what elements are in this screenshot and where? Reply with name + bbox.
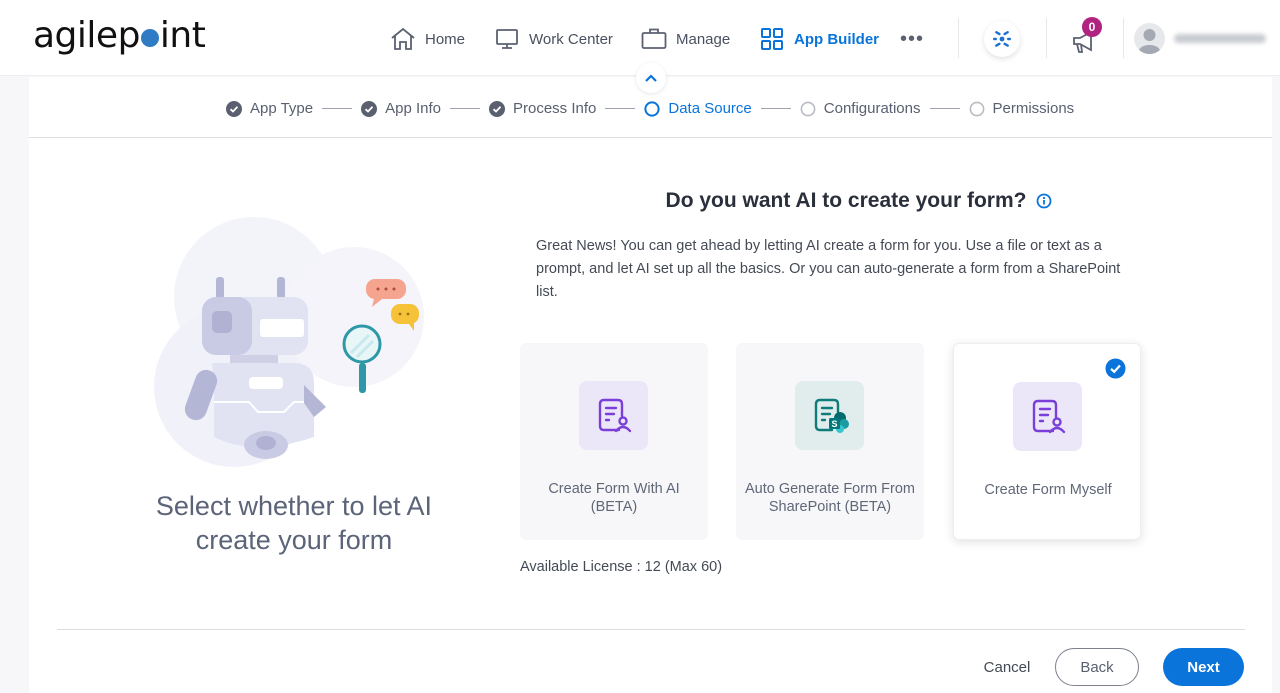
- form-user-icon: [1013, 382, 1082, 451]
- option-create-form-with-ai[interactable]: Create Form With AI (BETA): [520, 343, 708, 540]
- check-circle-icon: [226, 100, 242, 117]
- ai-assistant-icon: [993, 31, 1011, 47]
- robot-illustration: [154, 207, 434, 467]
- current-step-circle-icon: [644, 100, 660, 117]
- step-process-info[interactable]: Process Info: [489, 100, 596, 117]
- nav-home[interactable]: Home: [390, 24, 465, 54]
- chevron-up-icon: [645, 74, 657, 82]
- grid-icon: [759, 26, 785, 52]
- nav-manage[interactable]: Manage: [641, 24, 730, 54]
- username-blurred[interactable]: [1174, 34, 1266, 43]
- more-menu-button[interactable]: •••: [900, 24, 924, 54]
- description: Great News! You can get ahead by letting…: [536, 238, 1121, 300]
- option-create-form-myself[interactable]: Create Form Myself: [953, 343, 1141, 540]
- collapse-header-button[interactable]: [636, 63, 666, 93]
- step-connector: [929, 108, 960, 109]
- home-icon: [390, 26, 416, 52]
- page-question: Do you want AI to create your form?: [549, 189, 1169, 213]
- logo-dot: [140, 29, 159, 47]
- form-sharepoint-icon: S: [795, 381, 864, 450]
- main-panel: App Type App Info Process Info Data Sour…: [29, 77, 1272, 693]
- step-connector: [322, 108, 353, 109]
- step-connector: [760, 108, 791, 109]
- option-auto-generate-sharepoint[interactable]: S Auto Generate Form From SharePoint (BE…: [736, 343, 924, 540]
- left-caption: Select whether to let AI create your for…: [155, 491, 433, 555]
- back-button[interactable]: Back: [1055, 648, 1139, 686]
- agilepoint-logo[interactable]: agilep int: [33, 16, 206, 56]
- top-header: agilep int Home Work Center Manage App Bu…: [0, 0, 1280, 76]
- nav-app-builder[interactable]: App Builder: [759, 24, 879, 54]
- step-permissions[interactable]: Permissions: [969, 100, 1074, 117]
- license-info: Available License : 12 (Max 60): [520, 559, 723, 575]
- step-data-source[interactable]: Data Source: [644, 100, 752, 117]
- notification-badge: 0: [1082, 17, 1102, 37]
- divider: [1046, 18, 1047, 58]
- step-app-info[interactable]: App Info: [361, 100, 441, 117]
- pending-step-circle-icon: [969, 101, 985, 117]
- step-connector: [605, 108, 636, 109]
- nav-work-center[interactable]: Work Center: [494, 24, 613, 54]
- pending-step-circle-icon: [800, 101, 816, 117]
- divider: [1123, 18, 1124, 58]
- svg-text:S: S: [831, 419, 837, 429]
- monitor-icon: [494, 26, 520, 52]
- divider: [958, 18, 959, 58]
- selected-check-icon: [1105, 358, 1126, 379]
- check-circle-icon: [361, 100, 378, 117]
- step-configurations[interactable]: Configurations: [800, 100, 921, 117]
- user-icon: [1138, 29, 1161, 54]
- step-connector: [450, 108, 480, 109]
- next-button[interactable]: Next: [1163, 648, 1244, 686]
- ai-assistant-button[interactable]: [984, 21, 1020, 57]
- check-circle-icon: [489, 100, 505, 117]
- user-avatar[interactable]: [1134, 23, 1165, 54]
- info-icon[interactable]: [1036, 193, 1052, 209]
- footer-divider: [57, 629, 1245, 630]
- briefcase-icon: [641, 26, 667, 52]
- form-ai-icon: [579, 381, 648, 450]
- cancel-button[interactable]: Cancel: [974, 656, 1040, 678]
- step-app-type[interactable]: App Type: [226, 100, 313, 117]
